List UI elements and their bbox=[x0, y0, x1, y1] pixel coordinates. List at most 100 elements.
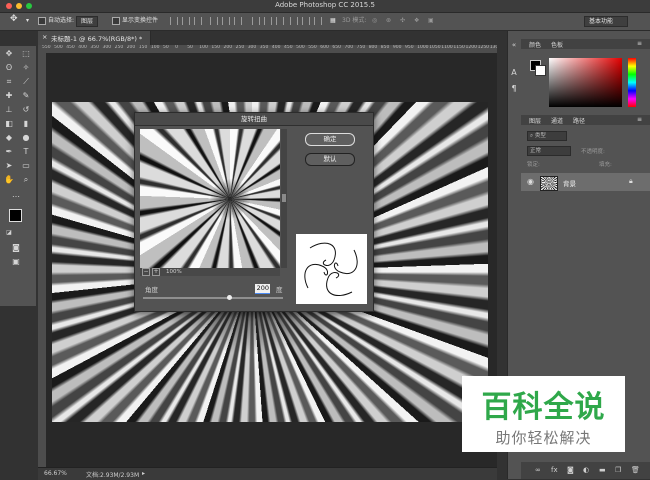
preview-scrollbar[interactable] bbox=[281, 129, 287, 268]
character-panel-icon[interactable]: A bbox=[508, 67, 520, 79]
align-bottom-icon[interactable] bbox=[194, 17, 202, 25]
ruler-tick-label: 1250 bbox=[477, 45, 490, 50]
screen-mode-icon[interactable]: ▣ bbox=[10, 256, 22, 268]
distribute-hcenter-icon[interactable] bbox=[302, 17, 310, 25]
align-vcenter-icon[interactable] bbox=[182, 17, 190, 25]
document-tab-label: 未标题-1 @ 66.7%(RGB/8*) * bbox=[51, 35, 143, 43]
align-right-icon[interactable] bbox=[234, 17, 242, 25]
hand-icon[interactable]: ✋ bbox=[3, 174, 15, 186]
crop-icon[interactable]: ⌗ bbox=[3, 76, 15, 88]
status-menu-icon[interactable]: ▸ bbox=[142, 470, 145, 477]
preview-zoom-value: 100% bbox=[166, 269, 182, 275]
pen-icon[interactable]: ✒ bbox=[3, 146, 15, 158]
history-brush-icon[interactable]: ↺ bbox=[20, 104, 32, 116]
filter-preview[interactable] bbox=[140, 129, 280, 268]
status-bar: 66.67% 文档:2.93M/2.93M ▸ bbox=[38, 467, 497, 480]
distribute-top-icon[interactable] bbox=[252, 17, 260, 25]
angle-input[interactable]: 200 bbox=[255, 284, 270, 294]
align-left-icon[interactable] bbox=[210, 17, 218, 25]
zoom-icon[interactable]: ⌕ bbox=[20, 174, 32, 186]
collapse-panels-icon[interactable]: « bbox=[508, 39, 520, 51]
tab-layers[interactable]: 图层 bbox=[529, 116, 541, 125]
opacity-label: 不透明度: bbox=[581, 149, 605, 155]
zoom-in-button[interactable]: + bbox=[152, 268, 160, 276]
zoom-out-button[interactable]: − bbox=[142, 268, 150, 276]
auto-align-icon[interactable]: ▦ bbox=[330, 16, 336, 26]
distribute-bottom-icon[interactable] bbox=[276, 17, 284, 25]
workspace-dropdown[interactable]: 基本功能 bbox=[584, 16, 629, 27]
layers-menu-icon[interactable]: ≡ bbox=[637, 116, 642, 123]
more-tools-icon[interactable]: … bbox=[10, 189, 22, 201]
link-layers-icon[interactable]: ∞ bbox=[535, 466, 541, 474]
tab-channels[interactable]: 通道 bbox=[551, 116, 563, 125]
rotate-3d-icon[interactable]: ◎ bbox=[372, 16, 377, 26]
shape-icon[interactable]: ▭ bbox=[20, 160, 32, 172]
show-transform-checkbox[interactable]: 显示变换控件 bbox=[112, 16, 158, 26]
brush-icon[interactable]: ✎ bbox=[20, 90, 32, 102]
layer-kind-filter[interactable]: ⌕ 类型 bbox=[527, 131, 567, 141]
tool-preset-dropdown[interactable]: ▾ bbox=[26, 16, 29, 26]
ruler-tick-label: 500 bbox=[296, 45, 305, 50]
marquee-icon[interactable]: ⬚ bbox=[20, 48, 32, 60]
move-tool-preset-icon[interactable]: ✥ bbox=[10, 14, 18, 24]
reset-button[interactable]: 默认 bbox=[305, 153, 355, 166]
panel-background-swatch[interactable] bbox=[535, 65, 546, 76]
eyedropper-icon[interactable]: ⟋ bbox=[20, 76, 32, 88]
panel-menu-icon[interactable]: ≡ bbox=[637, 40, 642, 47]
show-transform-label: 显示变换控件 bbox=[122, 17, 159, 24]
visibility-eye-icon[interactable]: ◉ bbox=[527, 177, 534, 186]
default-colors-icon[interactable]: ◪ bbox=[3, 227, 15, 239]
angle-slider[interactable] bbox=[143, 295, 283, 300]
fx-icon[interactable]: fx bbox=[551, 466, 558, 474]
roll-3d-icon[interactable]: ⊛ bbox=[386, 16, 391, 26]
preview-zoom-bar: − + 100% bbox=[140, 268, 280, 276]
tab-swatches[interactable]: 色板 bbox=[551, 40, 563, 49]
adjustment-layer-icon[interactable]: ◐ bbox=[583, 466, 589, 474]
new-layer-icon[interactable]: ❐ bbox=[615, 466, 621, 474]
distribute-left-icon[interactable] bbox=[290, 17, 298, 25]
blend-mode-select[interactable]: 正常 bbox=[527, 146, 571, 156]
ruler-tick-label: 400 bbox=[271, 45, 281, 50]
tab-close-icon[interactable]: × bbox=[42, 33, 47, 41]
document-tab[interactable]: × 未标题-1 @ 66.7%(RGB/8*) * bbox=[38, 31, 151, 45]
foreground-color-swatch[interactable] bbox=[9, 209, 22, 222]
auto-select-dropdown[interactable]: 图层 bbox=[76, 16, 99, 27]
hue-slider[interactable] bbox=[628, 58, 636, 107]
gradient-icon[interactable]: ▮ bbox=[20, 118, 32, 130]
move-icon[interactable]: ✥ bbox=[3, 48, 15, 60]
ruler-tick-label: 1000 bbox=[417, 45, 429, 50]
eraser-icon[interactable]: ◧ bbox=[3, 118, 15, 130]
quick-mask-icon[interactable]: ◙ bbox=[10, 242, 22, 254]
color-picker-field[interactable] bbox=[549, 58, 622, 107]
path-select-icon[interactable]: ➤ bbox=[3, 160, 15, 172]
angle-slider-knob[interactable] bbox=[227, 295, 232, 300]
dodge-icon[interactable]: ● bbox=[20, 132, 32, 144]
drag-3d-icon[interactable]: ✣ bbox=[400, 16, 405, 26]
distribute-vcenter-icon[interactable] bbox=[264, 17, 272, 25]
type-icon[interactable]: T bbox=[20, 146, 32, 158]
paragraph-panel-icon[interactable]: ¶ bbox=[508, 83, 520, 95]
healing-icon[interactable]: ✚ bbox=[3, 90, 15, 102]
layers-footer: ∞ fx ◙ ◐ ▬ ❐ 🗑︎ bbox=[521, 462, 650, 479]
preview-scroll-thumb[interactable] bbox=[282, 194, 286, 202]
layer-name: 背景 bbox=[563, 180, 576, 188]
lasso-icon[interactable]: ʘ bbox=[3, 62, 15, 74]
scale-3d-icon[interactable]: ▣ bbox=[428, 16, 434, 26]
delete-layer-icon[interactable]: 🗑︎ bbox=[631, 466, 640, 474]
auto-select-checkbox[interactable]: 自动选择: bbox=[38, 16, 74, 26]
distribute-right-icon[interactable] bbox=[314, 17, 322, 25]
stamp-icon[interactable]: ⊥ bbox=[3, 104, 15, 116]
magic-wand-icon[interactable]: ✧ bbox=[20, 62, 32, 74]
add-mask-icon[interactable]: ◙ bbox=[567, 466, 574, 474]
align-top-icon[interactable] bbox=[170, 17, 178, 25]
zoom-level[interactable]: 66.67% bbox=[44, 470, 67, 477]
tab-color[interactable]: 颜色 bbox=[529, 40, 541, 49]
blur-icon[interactable]: ◆ bbox=[3, 132, 15, 144]
align-hcenter-icon[interactable] bbox=[222, 17, 230, 25]
watermark-subtitle: 助你轻松解决 bbox=[495, 429, 592, 447]
new-group-icon[interactable]: ▬ bbox=[599, 466, 606, 474]
slide-3d-icon[interactable]: ❖ bbox=[414, 16, 419, 26]
ruler-tick-label: 650 bbox=[332, 45, 341, 50]
tab-paths[interactable]: 路径 bbox=[573, 116, 585, 125]
ok-button[interactable]: 确定 bbox=[305, 133, 355, 146]
